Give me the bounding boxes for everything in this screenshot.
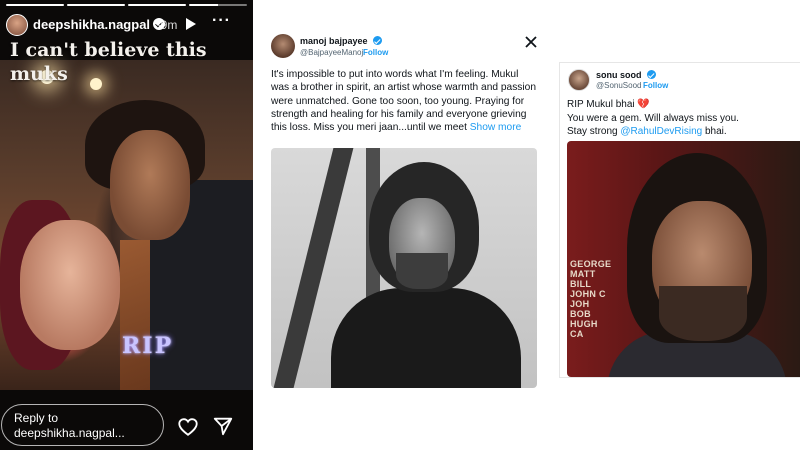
tweet-author-name[interactable]: manoj bajpayee — [300, 36, 383, 46]
avatar[interactable] — [271, 34, 295, 58]
rip-sticker: RIP — [122, 333, 174, 359]
story-caption: I can't believe this muks — [10, 38, 250, 86]
story-progress-bars — [6, 4, 247, 6]
tweet-author-handle[interactable]: @SonuSood · — [596, 81, 646, 90]
story-timestamp: 39m — [154, 18, 178, 32]
x-logo-icon[interactable] — [525, 36, 537, 48]
mention-link[interactable]: @RahulDevRising — [620, 126, 702, 137]
verified-icon — [373, 36, 383, 45]
reply-prefix: Reply to — [14, 411, 59, 425]
heart-icon[interactable] — [177, 416, 199, 438]
wall-text: GEORGE MATT BILL JOHN C JOH BOB HUGH CA — [570, 259, 612, 339]
avatar[interactable] — [568, 69, 590, 91]
show-more-link[interactable]: Show more — [470, 122, 522, 133]
story-progress-bar — [6, 4, 64, 6]
broken-heart-emoji: 💔 — [637, 99, 650, 110]
story-progress-bar — [67, 4, 125, 6]
story-caption-line: muks — [10, 63, 68, 85]
instagram-story[interactable]: deepshikha.nagpal 39m ··· I can't believ… — [0, 0, 253, 450]
play-icon[interactable] — [186, 18, 196, 30]
tweet-card-sonu[interactable]: sonu sood @SonuSood · Follow RIP Mukul b… — [559, 62, 800, 378]
screenshot-collage: deepshikha.nagpal 39m ··· I can't believ… — [0, 0, 800, 450]
tweet-text: RIP Mukul bhai 💔 You were a gem. Will al… — [567, 99, 739, 137]
tweet-photo[interactable] — [271, 148, 537, 388]
follow-button[interactable]: Follow — [643, 81, 668, 90]
story-caption-line: I can't believe this — [10, 39, 207, 61]
story-avatar[interactable] — [6, 14, 28, 36]
send-icon[interactable] — [212, 415, 234, 437]
reply-username: deepshikha.nagpal... — [14, 426, 125, 440]
story-progress-bar — [128, 4, 186, 6]
story-progress-bar — [189, 4, 247, 6]
verified-icon — [647, 70, 657, 79]
follow-button[interactable]: Follow — [363, 48, 388, 57]
story-reply-input[interactable]: Reply to deepshikha.nagpal... — [1, 404, 164, 446]
tweet-author-name[interactable]: sonu sood — [596, 70, 657, 80]
tweet-card-manoj[interactable]: manoj bajpayee @BajpayeeManoj · Follow I… — [263, 28, 545, 390]
tweet-photo[interactable]: GEORGE MATT BILL JOHN C JOH BOB HUGH CA — [567, 141, 800, 377]
tweet-text: It's impossible to put into words what I… — [271, 69, 536, 134]
tweet-author-handle[interactable]: @BajpayeeManoj · — [300, 48, 368, 57]
more-options-icon[interactable]: ··· — [212, 12, 231, 30]
story-username[interactable]: deepshikha.nagpal — [33, 17, 166, 32]
